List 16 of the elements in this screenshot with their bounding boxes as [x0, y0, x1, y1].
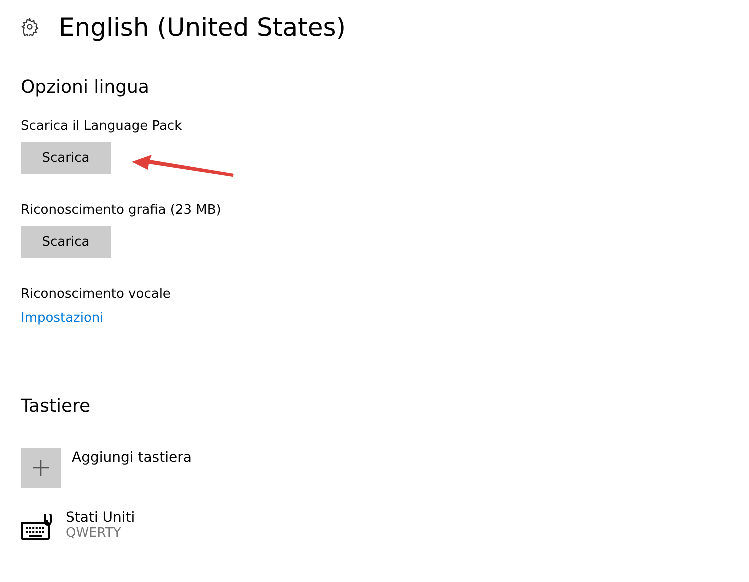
- page-title: English (United States): [59, 12, 346, 42]
- settings-link[interactable]: Impostazioni: [21, 311, 104, 326]
- section-heading: Tastiere: [21, 396, 91, 417]
- add-keyboard-button[interactable]: [21, 448, 61, 488]
- download-button[interactable]: Scarica: [21, 226, 111, 258]
- download-button[interactable]: Scarica: [21, 142, 111, 174]
- keyboard-icon: [21, 514, 55, 542]
- plus-icon: [33, 460, 49, 476]
- option-label: Scarica il Language Pack: [21, 119, 182, 134]
- add-keyboard-label[interactable]: Aggiungi tastiera: [72, 450, 192, 466]
- section-heading: Opzioni lingua: [21, 77, 150, 98]
- keyboard-name: Stati Uniti: [66, 510, 136, 526]
- option-label: Riconoscimento vocale: [21, 287, 171, 302]
- option-label: Riconoscimento grafia (23 MB): [21, 203, 222, 218]
- keyboard-layout: QWERTY: [66, 526, 122, 541]
- settings-icon: [21, 18, 39, 36]
